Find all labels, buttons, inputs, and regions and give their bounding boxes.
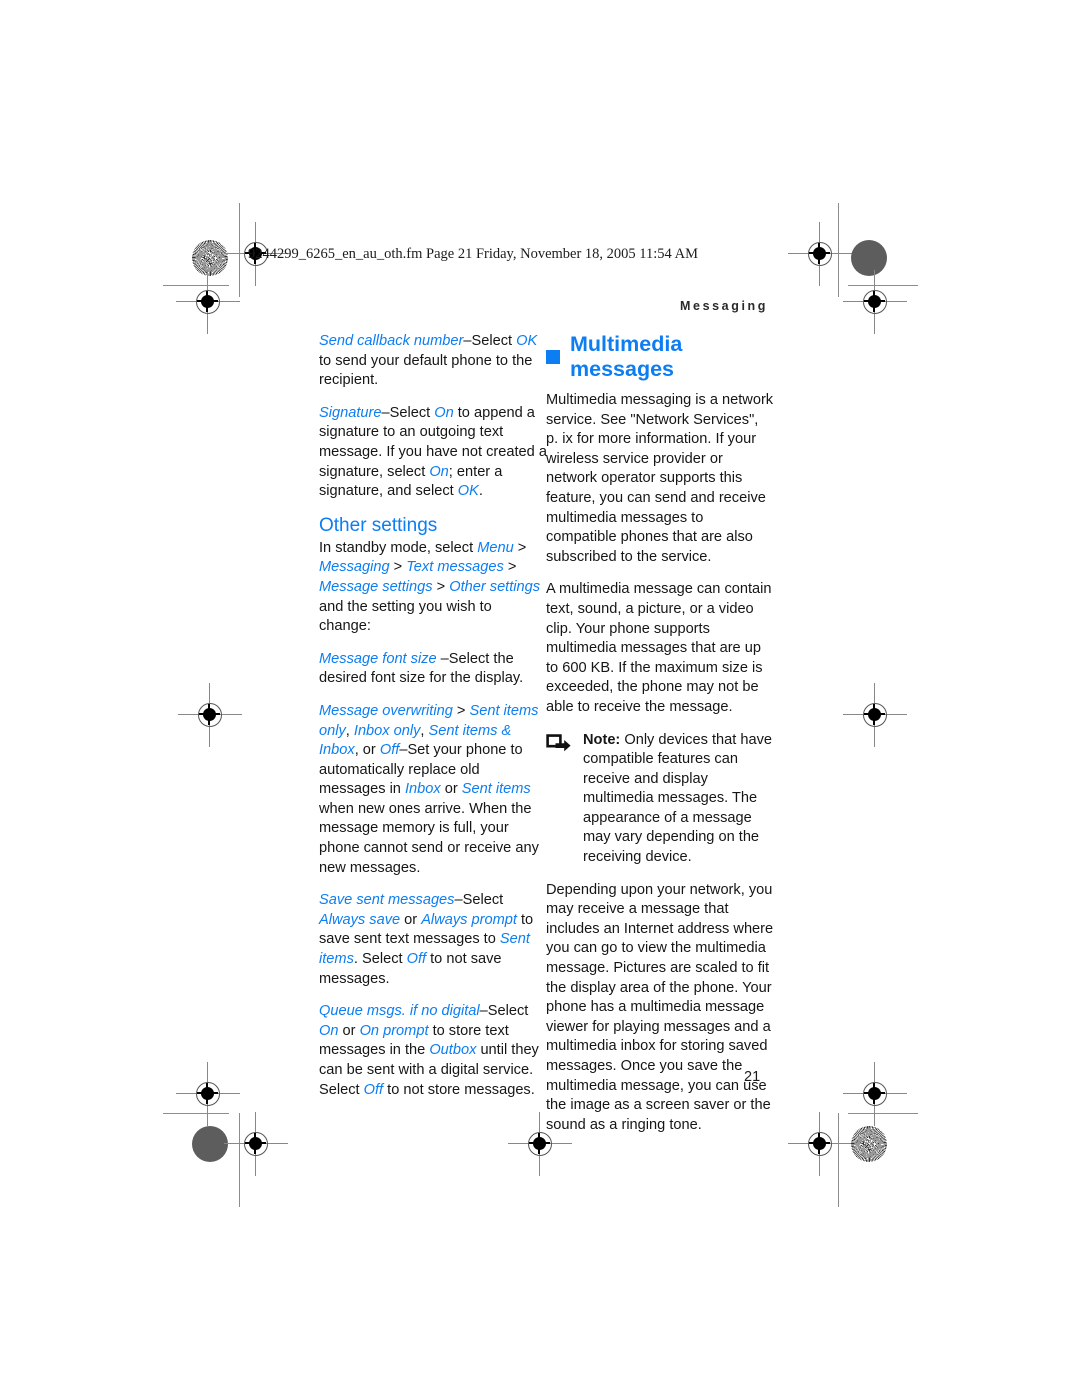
registration-cross-top-right bbox=[788, 222, 852, 286]
registration-starburst-top-left bbox=[192, 240, 228, 276]
running-header-chapter: Messaging bbox=[680, 299, 768, 313]
text: . Select bbox=[353, 951, 407, 968]
dash: – bbox=[454, 892, 463, 909]
ui-path-message-settings: Message settings bbox=[319, 578, 433, 595]
crop-rule-bottom-left-horizontal bbox=[163, 1113, 229, 1115]
crop-rule-right-horizontal bbox=[848, 285, 918, 287]
registration-cross-bottom-left bbox=[224, 1112, 288, 1176]
paragraph-send-callback-number: Send callback number–Select OK to send y… bbox=[319, 332, 547, 391]
crop-rule-bottom-right-horizontal bbox=[848, 1113, 918, 1115]
square-bullet-icon bbox=[546, 350, 560, 364]
note-body-text: Only devices that have compatible featur… bbox=[583, 731, 772, 866]
text: or bbox=[338, 1022, 360, 1039]
text: to send your default phone to the recipi… bbox=[319, 352, 533, 389]
path-separator: > bbox=[503, 559, 517, 576]
ui-option-off-2: Off bbox=[406, 951, 427, 968]
ui-value-on: On bbox=[434, 404, 454, 421]
registration-cross-left-middle bbox=[178, 683, 242, 747]
ui-option-off: Off bbox=[379, 742, 400, 759]
ui-term-message-font-size: Message font size bbox=[319, 650, 437, 667]
text: when new ones arrive. When the message m… bbox=[319, 800, 539, 876]
paragraph-message-overwriting: Message overwriting > Sent items only, I… bbox=[319, 702, 547, 878]
ui-option-on: On bbox=[319, 1022, 339, 1039]
ui-option-off-3: Off bbox=[363, 1081, 384, 1098]
right-text-column: Multimedia messages Multimedia messaging… bbox=[546, 332, 774, 1135]
ui-term-send-callback-number: Send callback number bbox=[319, 333, 464, 349]
note-text: Note: Only devices that have compatible … bbox=[583, 731, 774, 868]
note-arrow-icon bbox=[546, 733, 572, 756]
paragraph-message-font-size: Message font size –Select the desired fo… bbox=[319, 650, 547, 689]
ui-option-always-prompt: Always prompt bbox=[421, 911, 517, 928]
text: . bbox=[478, 483, 483, 500]
text: and the setting you wish to change: bbox=[319, 598, 492, 635]
paragraph-standby-path: In standby mode, select Menu > Messaging… bbox=[319, 539, 547, 637]
registration-cross-left-lower bbox=[176, 1062, 240, 1126]
ui-term-queue-msgs-if-no-digital: Queue msgs. if no digital bbox=[319, 1003, 480, 1020]
ui-option-always-save: Always save bbox=[319, 911, 401, 928]
ui-folder-inbox: Inbox bbox=[404, 781, 441, 798]
chapter-heading-label: Multimedia messages bbox=[570, 332, 683, 381]
note-callout: Note: Only devices that have compatible … bbox=[546, 731, 774, 868]
registration-solid-bottom-left bbox=[192, 1126, 228, 1162]
paragraph-queue-msgs-if-no-digital: Queue msgs. if no digital–Select On or O… bbox=[319, 1002, 547, 1100]
path-separator: > bbox=[389, 559, 407, 576]
ui-path-other-settings: Other settings bbox=[449, 578, 541, 595]
registration-starburst-bottom-right bbox=[851, 1126, 887, 1162]
registration-cross-left-upper bbox=[176, 270, 240, 334]
crop-rule-left-horizontal bbox=[163, 285, 229, 287]
dash: – bbox=[479, 1003, 488, 1020]
text: In standby mode, select bbox=[319, 539, 478, 556]
registration-cross-right-upper bbox=[843, 270, 907, 334]
path-separator: > bbox=[513, 539, 527, 556]
chapter-heading-multimedia-messages: Multimedia messages bbox=[546, 332, 774, 382]
ui-term-message-overwriting: Message overwriting bbox=[319, 702, 453, 719]
paragraph-signature: Signature–Select On to append a signatur… bbox=[319, 404, 547, 502]
dash: – bbox=[463, 333, 472, 349]
registration-cross-right-lower bbox=[843, 1062, 907, 1126]
text: , bbox=[345, 722, 354, 739]
ui-path-messaging: Messaging bbox=[319, 559, 390, 576]
ui-value-on-2: On bbox=[429, 463, 449, 480]
ui-option-on-prompt: On prompt bbox=[359, 1022, 429, 1039]
ui-option-inbox-only: Inbox only bbox=[353, 722, 421, 739]
ui-path-text-messages: Text messages bbox=[406, 559, 504, 576]
paragraph-save-sent-messages: Save sent messages–Select Always save or… bbox=[319, 891, 547, 989]
ui-folder-outbox: Outbox bbox=[429, 1042, 477, 1059]
text: or bbox=[440, 781, 462, 798]
file-stamp: 9244299_6265_en_au_oth.fm Page 21 Friday… bbox=[248, 246, 698, 262]
text: to not store messages. bbox=[383, 1081, 535, 1098]
ui-value-ok: OK bbox=[516, 333, 538, 349]
text: , or bbox=[354, 742, 380, 759]
text: Select bbox=[487, 1003, 529, 1020]
paragraph-mms-intro: Multimedia messaging is a network servic… bbox=[546, 392, 774, 565]
text: , bbox=[420, 722, 429, 739]
ui-term-save-sent-messages: Save sent messages bbox=[319, 892, 455, 909]
left-text-column: Send callback number–Select OK to send y… bbox=[319, 332, 547, 1100]
registration-solid-top-right bbox=[851, 240, 887, 276]
text: Select bbox=[389, 404, 435, 421]
text: Select bbox=[462, 892, 504, 909]
text: or bbox=[400, 911, 422, 928]
dash: – bbox=[381, 404, 390, 421]
path-separator: > bbox=[452, 702, 470, 719]
crop-rule-top-left-vertical bbox=[239, 203, 241, 297]
ui-folder-sent-items: Sent items bbox=[461, 781, 531, 798]
path-separator: > bbox=[432, 578, 450, 595]
ui-value-ok-2: OK bbox=[457, 483, 479, 500]
crop-rule-top-right-vertical bbox=[838, 203, 840, 297]
note-label: Note: bbox=[583, 731, 621, 748]
section-heading-other-settings: Other settings bbox=[319, 514, 438, 536]
registration-cross-bottom-right bbox=[788, 1112, 852, 1176]
registration-cross-right-middle bbox=[843, 683, 907, 747]
text: Select bbox=[471, 333, 517, 349]
ui-path-menu: Menu bbox=[477, 539, 514, 556]
crop-rule-bottom-right-vertical bbox=[838, 1113, 840, 1207]
crop-rule-bottom-left-vertical bbox=[239, 1113, 241, 1207]
paragraph-mms-depending-on-network: Depending upon your network, you may rec… bbox=[546, 881, 774, 1133]
page-number: 21 bbox=[744, 1069, 761, 1085]
paragraph-mms-contents: A multimedia message can contain text, s… bbox=[546, 581, 772, 715]
ui-term-signature: Signature bbox=[319, 404, 382, 421]
